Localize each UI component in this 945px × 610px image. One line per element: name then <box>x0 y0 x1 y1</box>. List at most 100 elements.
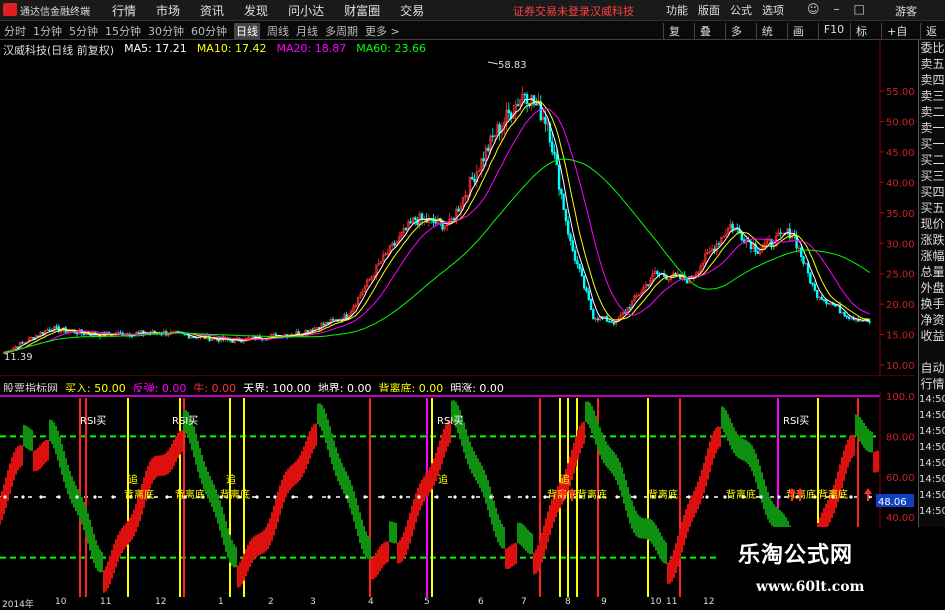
quote-side-panel: 委比 卖五 卖四 卖三 卖二 卖一 买一 买二 买三 买四 买五 现价 涨跌 涨幅 总量 外盘 换手 净资 收益 自动… <box>918 40 945 609</box>
tick-time-label: 14:50 <box>919 442 945 453</box>
menu-item-layout[interactable]: 版面 <box>698 2 720 18</box>
candle-body <box>566 220 570 235</box>
quote-field-label: 买一 <box>920 137 945 151</box>
candle-body <box>587 290 590 300</box>
menu-item-options[interactable]: 选项 <box>762 2 784 18</box>
menu-item-ask[interactable]: 问小达 <box>288 2 324 19</box>
date-tick-label: 4 <box>368 597 374 607</box>
candle-body <box>674 272 677 276</box>
login-alert[interactable]: 证券交易未登录 <box>513 3 590 19</box>
quote-field-label: 收益 <box>920 329 945 343</box>
right-menu: 功能 版面 公式 选项 <box>666 2 784 18</box>
quote-field-label: 卖一 <box>920 121 945 135</box>
menu-item-formula[interactable]: 公式 <box>730 2 752 18</box>
period-tab-weekly[interactable]: 周线 <box>267 23 289 39</box>
date-tick-label: 1 <box>218 597 224 607</box>
quote-field-label: 外盘 <box>920 281 945 295</box>
date-tick-label: 12 <box>155 597 167 607</box>
maximize-icon[interactable]: □ <box>854 2 865 16</box>
period-tab-60min[interactable]: 60分钟 <box>191 23 227 39</box>
indicator-annotation: 追 <box>128 473 138 486</box>
indicator-annotation: 追 <box>226 473 236 486</box>
main-menu: 行情 市场 资讯 发现 问小达 财富圈 交易 <box>112 2 424 19</box>
candle-body <box>685 279 689 284</box>
date-tick-label: 10 <box>55 597 67 607</box>
candle-body <box>717 243 721 245</box>
menu-item-function[interactable]: 功能 <box>666 2 688 18</box>
candle-body <box>582 275 586 289</box>
ma-legend-item: MA10: 17.42 <box>196 42 267 55</box>
indicator-annotation: 追 <box>560 473 570 486</box>
date-tick-label: 11 <box>666 597 678 607</box>
menu-item-exchange[interactable]: 市场 <box>156 2 180 19</box>
candle-body <box>811 282 814 285</box>
period-tab-multi[interactable]: 多周期 <box>325 23 358 39</box>
stock-chart-title: 汉威科技(日线 前复权) <box>3 44 115 57</box>
candlestick-chart[interactable]: 55.00 50.00 45.00 40.00 35.00 30.00 25.00 20.00… <box>0 40 915 376</box>
period-tab-timeshare[interactable]: 分时 <box>4 23 26 39</box>
candle-body <box>845 315 849 318</box>
tick-time-label[interactable]: 行情 <box>919 376 945 392</box>
feedback-icon[interactable]: ☺ <box>807 2 820 16</box>
candle-body <box>571 240 574 251</box>
candle-body <box>646 284 650 286</box>
candle-body <box>75 332 79 335</box>
indicator-annotation: 背离底 <box>220 488 250 501</box>
candle-body <box>55 326 58 328</box>
period-tab-30min[interactable]: 30分钟 <box>148 23 184 39</box>
date-tick-label: 6 <box>478 597 484 607</box>
candle-body <box>868 321 871 323</box>
price-tick-label: 15.00 <box>886 331 915 342</box>
candle-body <box>535 103 538 106</box>
date-tick-label: 10 <box>650 597 662 607</box>
period-tab-15min[interactable]: 15分钟 <box>105 23 141 39</box>
candle-body <box>473 178 476 183</box>
stock-name-title: 汉威科技 <box>590 5 634 18</box>
menu-item-wealth[interactable]: 财富圈 <box>344 2 380 19</box>
indicator-tick-label: 100.0 <box>886 392 915 403</box>
candle-body <box>231 340 234 343</box>
candle-body <box>404 228 408 231</box>
candle-body <box>834 304 837 307</box>
current-value-label: 48.06 <box>878 497 907 508</box>
candle-body <box>322 323 325 326</box>
indicator-tick-label: 60.00 <box>886 473 915 484</box>
indicator-annotation: 背离底 <box>124 488 154 501</box>
period-tab-1min[interactable]: 1分钟 <box>33 23 62 39</box>
menu-item-trade[interactable]: 交易 <box>400 2 424 19</box>
menu-item-discover[interactable]: 发现 <box>244 2 268 19</box>
quote-field-label: 卖三 <box>920 89 945 103</box>
candle-body <box>809 272 812 284</box>
tick-time-label: 14:50 <box>919 410 945 421</box>
period-tab-5min[interactable]: 5分钟 <box>69 23 98 39</box>
ma-legend-item: MA60: 23.66 <box>356 42 426 55</box>
candle-body <box>815 289 819 298</box>
candle-body <box>592 309 595 320</box>
quote-field-label: 卖二 <box>920 105 945 119</box>
menu-item-market[interactable]: 行情 <box>112 2 136 19</box>
candle-body <box>806 263 810 274</box>
period-tab-daily[interactable]: 日线 <box>234 23 260 39</box>
candle-body <box>160 333 163 336</box>
candle-body <box>41 332 45 335</box>
candle-body <box>457 208 460 212</box>
menu-item-news[interactable]: 资讯 <box>200 2 224 19</box>
quote-field-label: 涨跌 <box>920 233 945 247</box>
candle-body <box>656 271 659 275</box>
candle-body <box>482 158 485 162</box>
period-tab-monthly[interactable]: 月线 <box>296 23 318 39</box>
date-tick-label: 8 <box>565 597 571 607</box>
price-tick-label: 45.00 <box>886 148 915 159</box>
period-tab-more[interactable]: 更多 > <box>365 23 400 39</box>
candle-body <box>580 268 584 277</box>
tick-time-label[interactable]: 自动 <box>919 360 945 376</box>
candle-body <box>183 333 186 335</box>
indicator-tick-label: 80.00 <box>886 432 915 443</box>
minimize-icon[interactable]: – <box>834 2 840 16</box>
candle-body <box>393 242 396 246</box>
candle-body <box>137 332 140 334</box>
quote-field-label: 委比 <box>920 41 945 55</box>
user-guest[interactable]: 游客 <box>895 3 917 19</box>
candle-body <box>813 284 817 291</box>
candle-body <box>562 193 565 210</box>
